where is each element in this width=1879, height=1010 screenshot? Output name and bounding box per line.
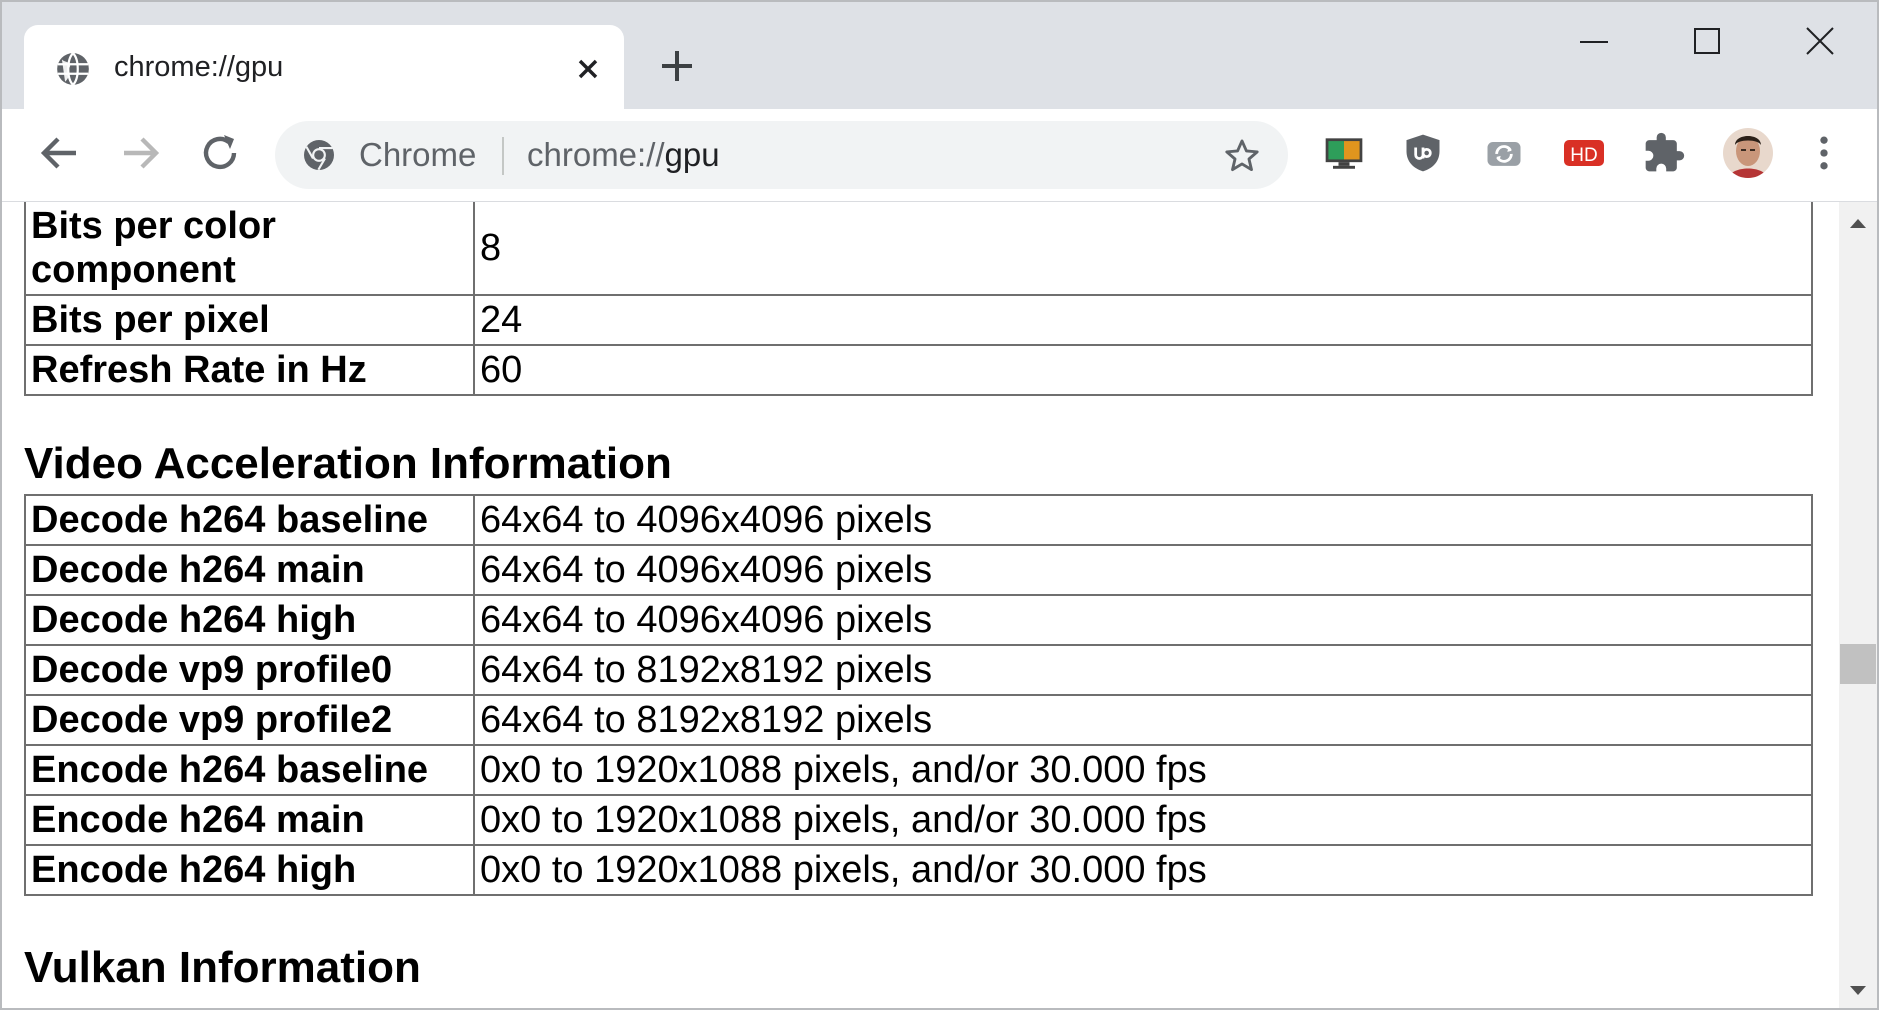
- table-row: Decode h264 main 64x64 to 4096x4096 pixel…: [24, 544, 1813, 596]
- row-value: 0x0 to 1920x1088 pixels, and/or 30.000 f…: [473, 794, 1813, 846]
- kebab-menu-icon[interactable]: [1802, 131, 1846, 175]
- table-row: Encode h264 baseline 0x0 to 1920x1088 pix…: [24, 744, 1813, 796]
- hd-label: HD: [1570, 145, 1597, 166]
- page-content: Bits per color component 8 Bits per pixel 2…: [2, 202, 1839, 1008]
- browser-window: chrome://gpu Chrome chrome://gpu HD Bits…: [0, 0, 1879, 1010]
- url-text[interactable]: chrome://gpu: [527, 135, 720, 175]
- bookmark-star-icon[interactable]: [1223, 137, 1261, 175]
- row-key: Encode h264 baseline: [24, 744, 475, 796]
- table-row: Decode h264 baseline 64x64 to 4096x4096 p…: [24, 494, 1813, 546]
- omnibox-chip: Chrome: [359, 136, 477, 173]
- video-acceleration-heading: Video Acceleration Information: [24, 439, 672, 488]
- row-key: Encode h264 main: [24, 794, 475, 846]
- row-key: Refresh Rate in Hz: [24, 344, 475, 396]
- row-value: 64x64 to 8192x8192 pixels: [473, 644, 1813, 696]
- tab-title: chrome://gpu: [114, 51, 284, 83]
- hd-icon[interactable]: HD: [1562, 131, 1606, 175]
- table-row: Decode vp9 profile0 64x64 to 8192x8192 pi…: [24, 644, 1813, 696]
- row-key: Decode h264 main: [24, 544, 475, 596]
- sync-icon[interactable]: [1482, 131, 1526, 175]
- omnibox-separator: [502, 137, 504, 175]
- scrollbar-thumb[interactable]: [1840, 644, 1876, 684]
- row-value: 64x64 to 8192x8192 pixels: [473, 694, 1813, 746]
- table-row: Bits per pixel 24: [24, 294, 1813, 346]
- address-bar[interactable]: Chrome chrome://gpu: [275, 121, 1288, 189]
- row-value: 8: [473, 202, 1813, 296]
- table-row: Refresh Rate in Hz 60: [24, 344, 1813, 396]
- new-tab-button[interactable]: [657, 46, 697, 86]
- reload-button[interactable]: [196, 129, 244, 177]
- video-acceleration-table: Decode h264 baseline 64x64 to 4096x4096 p…: [24, 494, 1813, 896]
- chrome-logo-icon: [301, 137, 337, 173]
- minimize-button[interactable]: [1564, 20, 1624, 64]
- table-row: Decode h264 high 64x64 to 4096x4096 pixel…: [24, 594, 1813, 646]
- scroll-up-arrow-icon[interactable]: [1849, 216, 1867, 228]
- puzzle-icon[interactable]: [1642, 131, 1686, 175]
- tab-active[interactable]: chrome://gpu: [24, 25, 624, 113]
- scroll-down-arrow-icon[interactable]: [1849, 984, 1867, 996]
- scrollbar[interactable]: [1839, 202, 1877, 1008]
- table-row: Decode vp9 profile2 64x64 to 8192x8192 pi…: [24, 694, 1813, 746]
- tab-strip: chrome://gpu: [2, 2, 1877, 113]
- toolbar: Chrome chrome://gpu HD: [2, 109, 1877, 202]
- url-host: gpu: [664, 136, 720, 173]
- url-scheme: chrome://: [527, 136, 665, 173]
- table-row: Bits per color component 8: [24, 202, 1813, 296]
- row-value: 0x0 to 1920x1088 pixels, and/or 30.000 f…: [473, 744, 1813, 796]
- maximize-button[interactable]: [1676, 20, 1736, 64]
- vulkan-heading: Vulkan Information: [24, 943, 421, 992]
- row-key: Encode h264 high: [24, 844, 475, 896]
- row-value: 64x64 to 4096x4096 pixels: [473, 594, 1813, 646]
- row-value: 64x64 to 4096x4096 pixels: [473, 494, 1813, 546]
- table-row: Encode h264 main 0x0 to 1920x1088 pixels,…: [24, 794, 1813, 846]
- tab-close-icon[interactable]: [572, 53, 604, 85]
- row-value: 0x0 to 1920x1088 pixels, and/or 30.000 f…: [473, 844, 1813, 896]
- row-value: 64x64 to 4096x4096 pixels: [473, 544, 1813, 596]
- back-button[interactable]: [36, 129, 84, 177]
- row-key: Decode vp9 profile0: [24, 644, 475, 696]
- ublock-icon[interactable]: [1401, 131, 1445, 175]
- row-value: 24: [473, 294, 1813, 346]
- row-key: Decode h264 high: [24, 594, 475, 646]
- profile-avatar[interactable]: [1722, 127, 1774, 179]
- row-key: Decode h264 baseline: [24, 494, 475, 546]
- row-key: Bits per color component: [24, 202, 475, 296]
- display-info-table: Bits per color component 8 Bits per pixel 2…: [24, 202, 1813, 396]
- close-window-button[interactable]: [1790, 20, 1850, 64]
- forward-button[interactable]: [116, 129, 164, 177]
- monitor-icon[interactable]: [1322, 131, 1366, 175]
- row-key: Decode vp9 profile2: [24, 694, 475, 746]
- row-key: Bits per pixel: [24, 294, 475, 346]
- row-value: 60: [473, 344, 1813, 396]
- globe-icon: [54, 50, 92, 88]
- table-row: Encode h264 high 0x0 to 1920x1088 pixels,…: [24, 844, 1813, 896]
